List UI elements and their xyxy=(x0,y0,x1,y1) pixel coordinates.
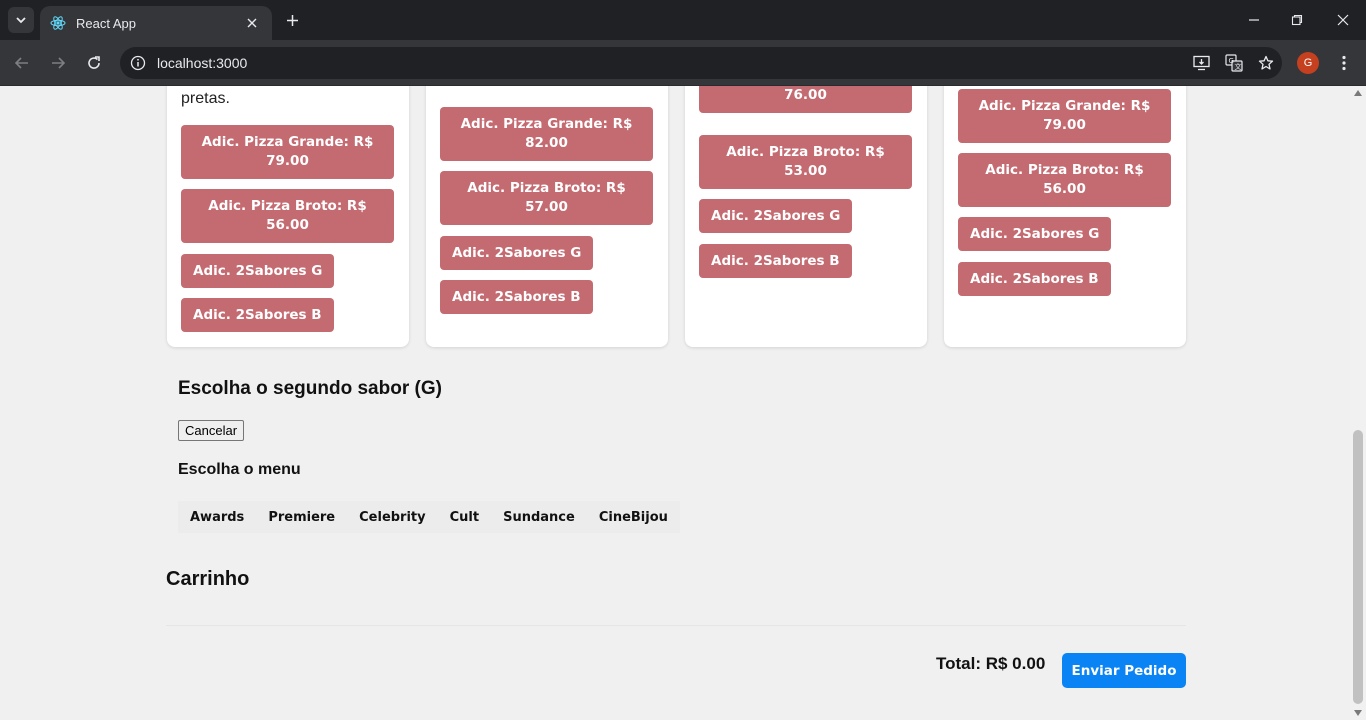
pizza-card: Adic. Pizza Grande: R$ 76.00 Adic. Pizza… xyxy=(685,86,927,347)
menu-item-celebrity[interactable]: Celebrity xyxy=(347,501,438,533)
arrow-left-icon xyxy=(14,57,28,69)
chevron-down-icon xyxy=(16,17,26,24)
minimize-icon xyxy=(1249,19,1259,21)
menu-item-sundance[interactable]: Sundance xyxy=(491,501,587,533)
react-logo-icon xyxy=(50,16,66,30)
add-2sabores-b-button[interactable]: Adic. 2Sabores B xyxy=(440,280,593,314)
send-order-button[interactable]: Enviar Pedido xyxy=(1062,653,1186,688)
bookmark-star-icon[interactable] xyxy=(1250,47,1282,79)
address-bar[interactable]: localhost:3000 G文 xyxy=(120,47,1282,79)
add-pizza-broto-button[interactable]: Adic. Pizza Broto: R$ 57.00 xyxy=(440,171,653,225)
new-tab-button[interactable] xyxy=(280,8,304,32)
menu-tabs: Awards Premiere Celebrity Cult Sundance … xyxy=(178,501,680,533)
scroll-up-arrow-icon[interactable] xyxy=(1354,90,1362,96)
svg-text:G: G xyxy=(1229,57,1234,65)
pizza-card: pretas. Adic. Pizza Grande: R$ 79.00 Adi… xyxy=(167,86,409,347)
add-2sabores-b-button[interactable]: Adic. 2Sabores B xyxy=(181,298,334,332)
plus-icon xyxy=(286,14,298,26)
page-viewport: pretas. Adic. Pizza Grande: R$ 79.00 Adi… xyxy=(0,86,1350,720)
tab-title: React App xyxy=(76,15,136,31)
pizza-card: Adic. Pizza Grande: R$ 82.00 Adic. Pizza… xyxy=(426,86,668,347)
scroll-down-arrow-icon[interactable] xyxy=(1354,710,1362,716)
scrollbar-thumb[interactable] xyxy=(1353,430,1363,704)
add-pizza-grande-button[interactable]: Adic. Pizza Grande: R$ 82.00 xyxy=(440,107,653,161)
pizza-card: Adic. Pizza Grande: R$ 79.00 Adic. Pizza… xyxy=(944,86,1186,347)
menu-item-awards[interactable]: Awards xyxy=(178,501,257,533)
site-info-icon[interactable] xyxy=(122,47,154,79)
add-2sabores-g-button[interactable]: Adic. 2Sabores G xyxy=(699,199,853,233)
add-2sabores-b-button[interactable]: Adic. 2Sabores B xyxy=(699,244,852,278)
page-scrollbar[interactable] xyxy=(1350,86,1366,720)
second-flavor-heading: Escolha o segundo sabor (G) xyxy=(178,378,442,399)
translate-icon[interactable]: G文 xyxy=(1218,47,1250,79)
tab-strip: React App xyxy=(0,0,1366,40)
menu-item-cult[interactable]: Cult xyxy=(437,501,492,533)
cart-heading: Carrinho xyxy=(166,568,250,590)
close-window-button[interactable] xyxy=(1329,6,1357,34)
add-pizza-broto-button[interactable]: Adic. Pizza Broto: R$ 53.00 xyxy=(699,135,912,189)
cancel-button[interactable]: Cancelar xyxy=(178,420,245,441)
add-pizza-grande-button[interactable]: Adic. Pizza Grande: R$ 79.00 xyxy=(958,89,1171,143)
browser-toolbar: localhost:3000 G文 G xyxy=(0,40,1366,86)
close-tab-icon[interactable] xyxy=(242,13,262,33)
menu-heading: Escolha o menu xyxy=(178,461,301,478)
add-2sabores-b-button[interactable]: Adic. 2Sabores B xyxy=(958,262,1111,296)
install-app-icon[interactable] xyxy=(1186,47,1218,79)
arrow-right-icon xyxy=(52,57,66,69)
more-menu-icon[interactable] xyxy=(1331,50,1357,76)
forward-button[interactable] xyxy=(44,49,72,77)
add-pizza-broto-button[interactable]: Adic. Pizza Broto: R$ 56.00 xyxy=(181,189,394,243)
add-2sabores-g-button[interactable]: Adic. 2Sabores G xyxy=(440,236,594,270)
add-2sabores-g-button[interactable]: Adic. 2Sabores G xyxy=(958,217,1112,251)
add-pizza-broto-button[interactable]: Adic. Pizza Broto: R$ 56.00 xyxy=(958,153,1171,207)
cart-total: Total: R$ 0.00 xyxy=(936,654,1046,673)
reload-button[interactable] xyxy=(80,49,108,77)
cart-divider xyxy=(166,625,1186,626)
svg-text:文: 文 xyxy=(1235,62,1242,71)
profile-avatar[interactable]: G xyxy=(1297,52,1319,74)
tab-search-button[interactable] xyxy=(8,7,34,33)
restore-button[interactable] xyxy=(1283,6,1311,34)
url-text: localhost:3000 xyxy=(157,55,248,71)
close-icon xyxy=(1337,14,1349,26)
pizza-description: pretas. xyxy=(181,90,230,107)
back-button[interactable] xyxy=(8,49,36,77)
add-pizza-grande-button[interactable]: Adic. Pizza Grande: R$ 76.00 xyxy=(699,86,912,113)
add-2sabores-g-button[interactable]: Adic. 2Sabores G xyxy=(181,254,335,288)
add-pizza-grande-button[interactable]: Adic. Pizza Grande: R$ 79.00 xyxy=(181,125,394,179)
restore-icon xyxy=(1291,14,1303,26)
menu-item-cinebijou[interactable]: CineBijou xyxy=(586,501,680,533)
browser-tab[interactable]: React App xyxy=(40,6,272,40)
reload-icon xyxy=(88,56,100,69)
minimize-button[interactable] xyxy=(1240,6,1268,34)
menu-item-premiere[interactable]: Premiere xyxy=(256,501,348,533)
